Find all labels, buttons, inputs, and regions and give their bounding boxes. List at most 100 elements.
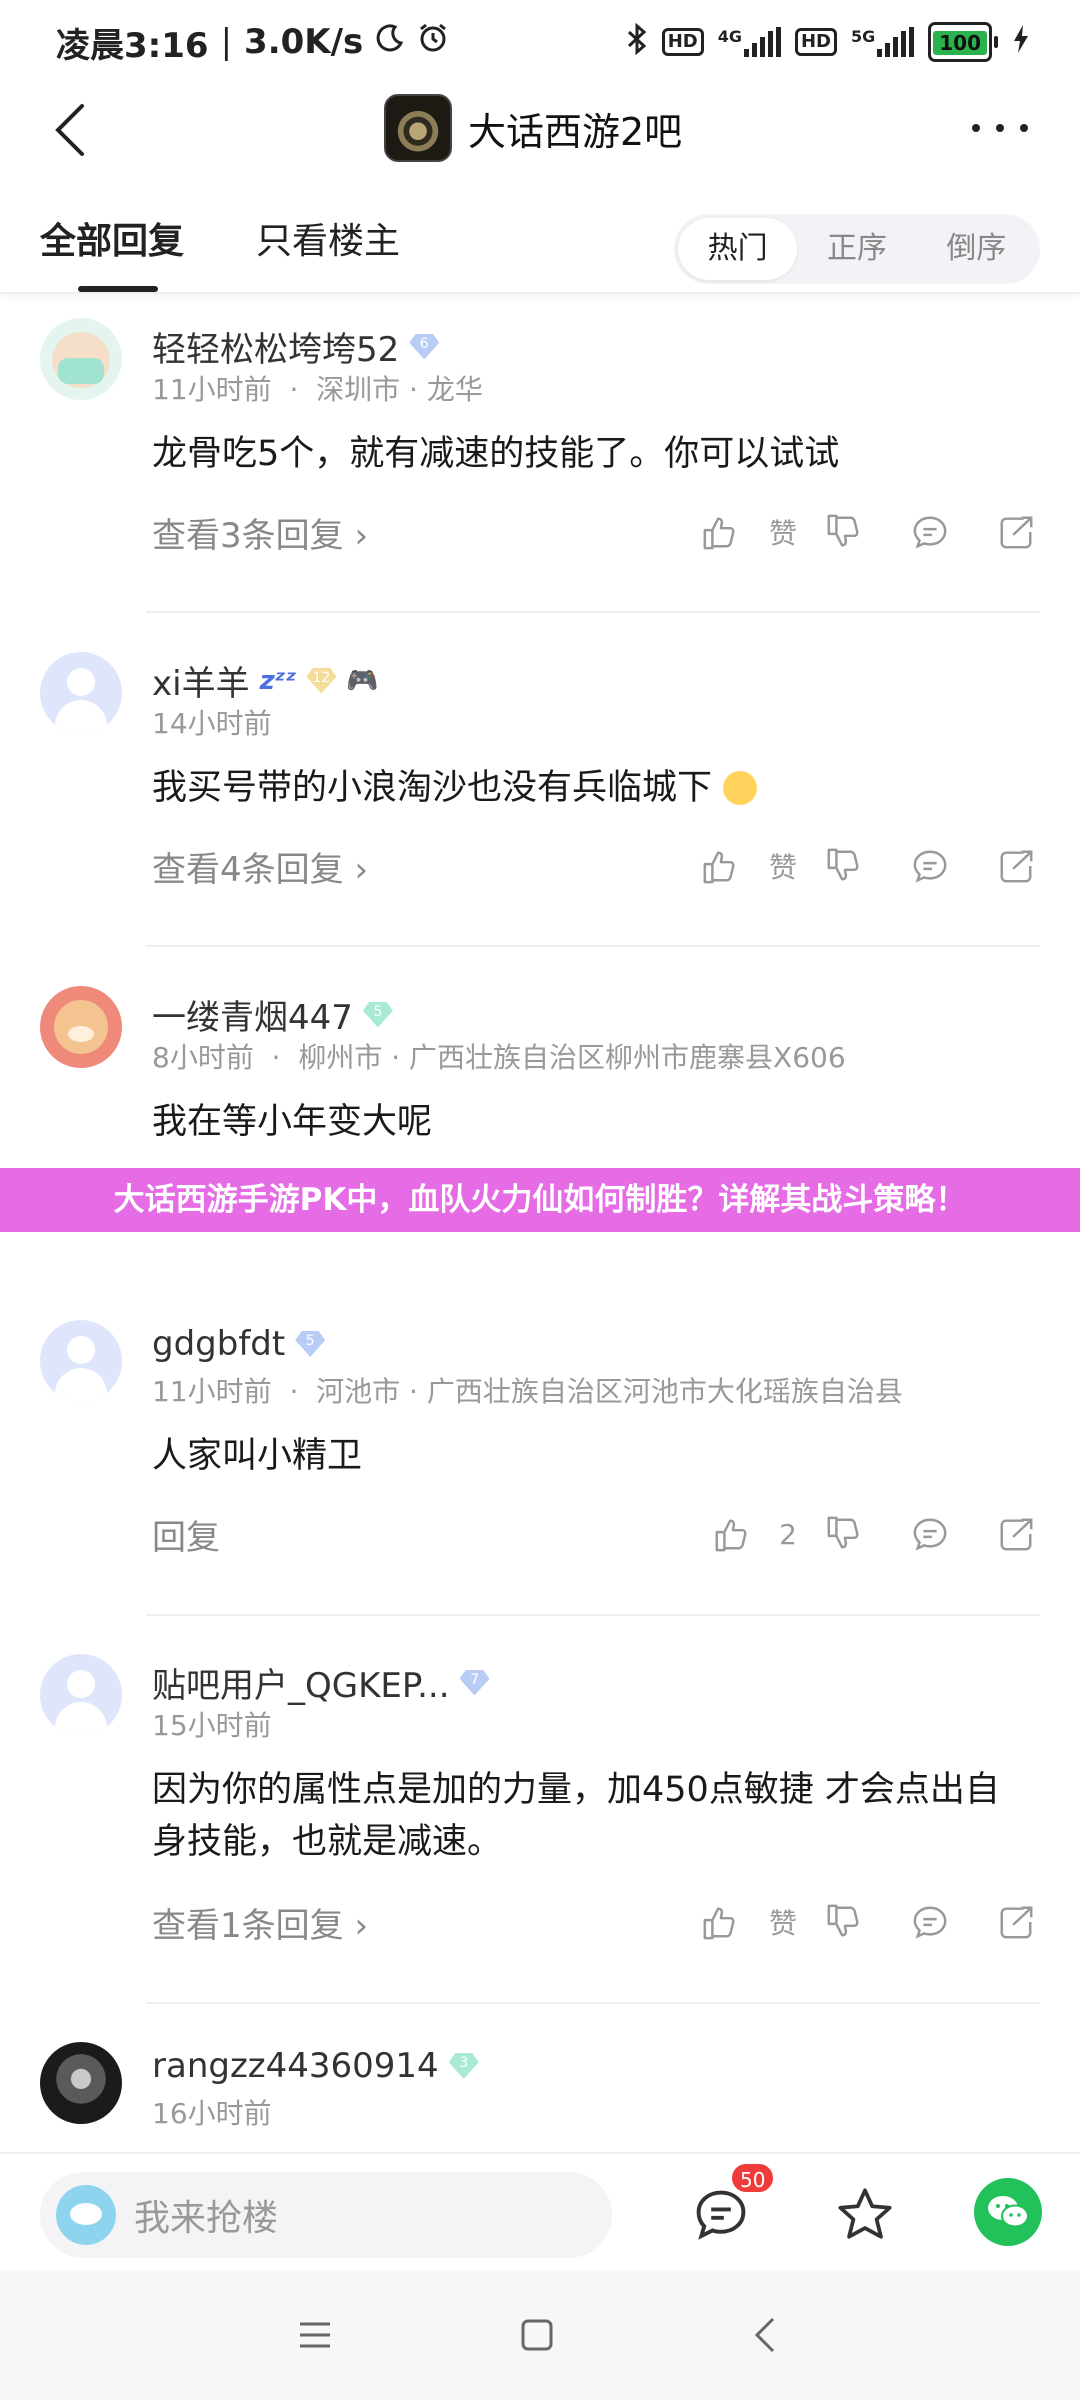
thumbs-down-icon [825, 513, 863, 551]
messages-button[interactable]: 50 [688, 2162, 776, 2248]
like-button[interactable] [700, 844, 740, 888]
share-button[interactable] [996, 1512, 1036, 1556]
forum-title: 大话西游2吧 [468, 109, 683, 154]
comment-meta: 11小时前 · 深圳市 · 龙华 [152, 368, 483, 408]
home-button[interactable] [512, 2310, 562, 2360]
divider [146, 1614, 1040, 1616]
view-replies-link[interactable]: 查看4条回复 › [152, 842, 368, 891]
comment-username[interactable]: gdgbfdt [152, 1324, 285, 1364]
signal-icon-2: 5G [850, 27, 915, 57]
tab-owner-only[interactable]: 只看楼主 [256, 212, 400, 264]
share-button[interactable] [996, 844, 1036, 888]
charging-icon [1012, 24, 1030, 61]
comment-icon [911, 513, 949, 551]
dislike-button[interactable] [824, 844, 864, 888]
comment-meta: 8小时前 · 柳州市 · 广西壮族自治区柳州市鹿寨县X606 [152, 1036, 846, 1076]
comment-author-row: xi羊羊 zᶻᶻ 12 🎮 [152, 656, 379, 705]
status-left: 凌晨3:16 | 3.0K/s [56, 18, 449, 67]
comment-text: 人家叫小精卫 [152, 1436, 363, 1476]
like-count: 赞 [768, 517, 797, 550]
status-time: 凌晨3:16 [56, 25, 209, 66]
menu-icon [300, 2322, 330, 2348]
sim2-tag: 5G [850, 27, 876, 46]
divider [146, 611, 1040, 613]
reply-input-placeholder: 我来抢楼 [134, 2198, 279, 2239]
share-button[interactable] [996, 1900, 1036, 1944]
comment-time: 11小时前 [152, 1375, 272, 1408]
avatar[interactable] [40, 986, 122, 1068]
comment-icon [911, 1515, 949, 1553]
share-icon [997, 1903, 1035, 1941]
back-button[interactable] [52, 100, 112, 160]
divider [146, 945, 1040, 947]
system-back-button[interactable] [740, 2310, 790, 2360]
sort-toggle: 热门 正序 倒序 [674, 214, 1040, 284]
thumbs-down-icon [825, 847, 863, 885]
avatar[interactable] [40, 1654, 122, 1736]
comment-meta: 14小时前 [152, 702, 272, 742]
status-net-speed: 3.0K/s [244, 22, 364, 62]
comment-button[interactable] [910, 510, 950, 554]
comment-button[interactable] [910, 1900, 950, 1944]
status-bar: 凌晨3:16 | 3.0K/s HD 4G HD 5G 100 [0, 0, 1080, 84]
share-button[interactable] [996, 510, 1036, 554]
more-button[interactable] [972, 108, 1028, 148]
hd-badge-1: HD [661, 28, 704, 56]
view-replies-link[interactable]: 查看1条回复 › [152, 1898, 368, 1947]
sort-hot[interactable]: 热门 [678, 218, 798, 280]
more-dot-icon [972, 124, 980, 132]
avatar[interactable] [40, 2042, 122, 2124]
dislike-button[interactable] [824, 510, 864, 554]
like-button[interactable] [700, 510, 740, 554]
comment-time: 11小时前 [152, 373, 272, 406]
forum-title-group[interactable]: 大话西游2吧 [384, 94, 682, 162]
dislike-button[interactable] [824, 1900, 864, 1944]
comment-button[interactable] [910, 1512, 950, 1556]
like-button[interactable] [700, 1900, 740, 1944]
hd-badge-2: HD [794, 28, 837, 56]
reply-link[interactable]: 回复 [152, 1510, 220, 1559]
comment-username[interactable]: 轻轻松松垮垮52 [152, 322, 399, 371]
wechat-share-button[interactable] [974, 2178, 1042, 2246]
comment-meta: 15小时前 [152, 1704, 272, 1744]
comment-button[interactable] [910, 844, 950, 888]
comment-location: 河池市 · 广西壮族自治区河池市大化瑶族自治县 [316, 1375, 903, 1408]
comment-time: 14小时前 [152, 707, 272, 740]
comment-username[interactable]: 贴吧用户_QGKEP... [152, 1658, 450, 1707]
sort-descending[interactable]: 倒序 [917, 218, 1036, 280]
promo-banner[interactable]: 大话西游手游PK中，血队火力仙如何制胜？详解其战斗策略！ [0, 1168, 1080, 1232]
divider [146, 2002, 1040, 2004]
like-button[interactable] [712, 1512, 752, 1556]
gamepad-icon: 🎮 [346, 665, 379, 696]
level-badge-icon: 3 [448, 2053, 479, 2079]
share-icon [997, 513, 1035, 551]
level-badge-icon: 5 [362, 1001, 393, 1028]
active-tab-indicator [78, 286, 158, 292]
avatar[interactable] [40, 1320, 122, 1402]
alarm-icon [417, 22, 449, 63]
avatar[interactable] [40, 318, 122, 400]
dislike-button[interactable] [824, 1512, 864, 1556]
level-badge-icon: 7 [459, 1669, 490, 1696]
level-badge-icon: 6 [409, 333, 440, 360]
comment-text: 我在等小年变大呢 [152, 1102, 433, 1142]
sort-ascending[interactable]: 正序 [797, 218, 916, 280]
reply-input[interactable]: 我来抢楼 [40, 2172, 612, 2258]
avatar[interactable] [40, 652, 122, 734]
thumbs-up-icon [701, 1903, 739, 1941]
comment-username[interactable]: xi羊羊 [152, 656, 250, 705]
view-replies-link[interactable]: 查看3条回复 › [152, 508, 368, 557]
comment-meta: 11小时前 · 河池市 · 广西壮族自治区河池市大化瑶族自治县 [152, 1370, 903, 1410]
thumbs-down-icon [825, 1515, 863, 1553]
comment-username[interactable]: rangzz44360914 [152, 2046, 439, 2086]
comment-username[interactable]: 一缕青烟447 [152, 990, 353, 1039]
bluetooth-icon [626, 22, 648, 62]
comment-time: 16小时前 [152, 2097, 272, 2130]
favorite-button[interactable] [832, 2182, 898, 2248]
level-badge-icon: 5 [295, 1331, 326, 1357]
comment-author-row: 一缕青烟447 5 [152, 990, 393, 1039]
tab-all-replies[interactable]: 全部回复 [40, 212, 184, 264]
menu-button[interactable] [290, 2310, 340, 2360]
more-dot-icon [1020, 124, 1028, 132]
wechat-icon [988, 2196, 1029, 2228]
